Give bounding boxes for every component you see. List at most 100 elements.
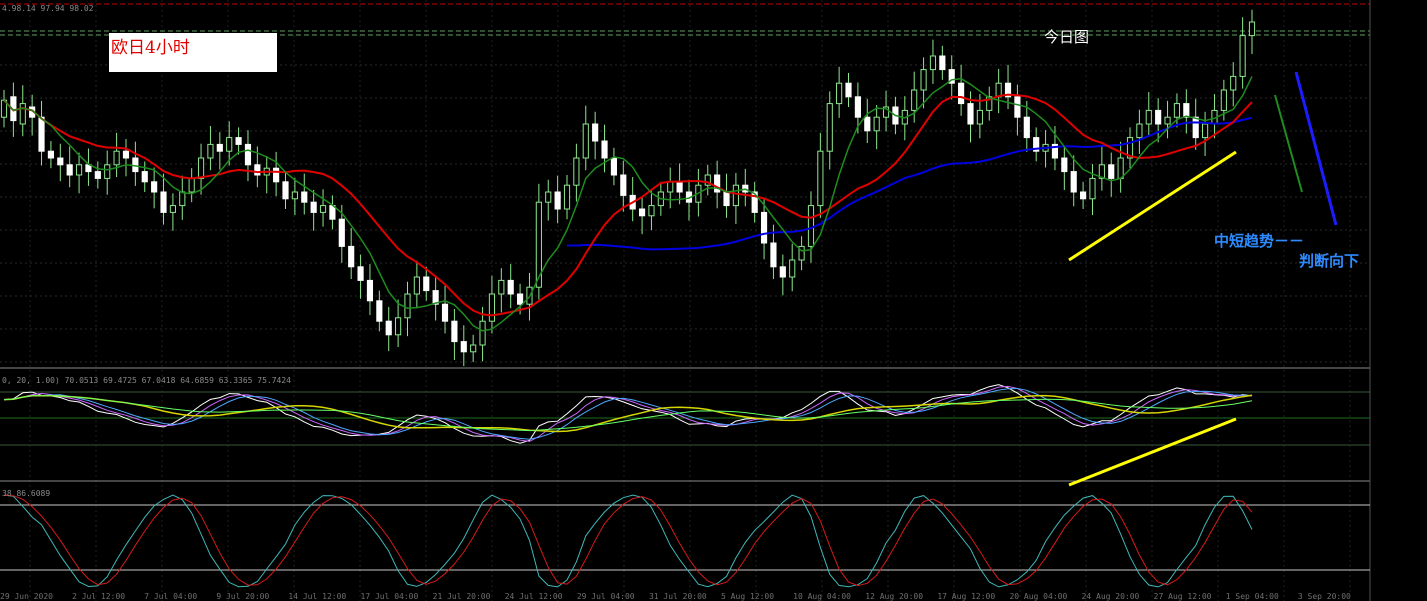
- x-tick-label: 24 Jul 12:00: [505, 592, 563, 601]
- x-tick-label: 29 Jul 04:00: [577, 592, 635, 601]
- candle-body: [845, 82, 852, 98]
- candle-body: [592, 123, 599, 142]
- candle-body: [779, 266, 786, 278]
- candle-body: [160, 191, 167, 213]
- candle-body: [319, 205, 327, 213]
- candle-body: [366, 279, 374, 302]
- candle-body: [911, 89, 918, 111]
- candle-body: [601, 140, 608, 159]
- candle-body: [1239, 35, 1246, 77]
- chart-canvas: 4.98.14 97.94 98.02 0, 20, 1.00) 70.0513…: [0, 0, 1371, 601]
- candle-body: [995, 82, 1002, 98]
- candle-body: [620, 174, 627, 196]
- candle-body: [113, 150, 120, 166]
- candle-body: [854, 96, 861, 118]
- oscillator-panel-1: [0, 384, 1370, 487]
- candle-body: [517, 293, 524, 305]
- candle-body: [47, 150, 54, 159]
- candle-body: [348, 245, 355, 268]
- x-tick-label: 3 Sep 20:00: [1298, 592, 1351, 601]
- candle-body: [498, 279, 505, 295]
- green-down-stroke: [1274, 94, 1303, 193]
- candle-body: [732, 184, 739, 207]
- candle-body: [582, 123, 589, 159]
- candle-body: [404, 293, 411, 319]
- chart-title: 欧日4小时: [111, 38, 190, 58]
- ma-green-line: [3, 76, 1253, 332]
- x-tick-label: 7 Jul 04:00: [144, 592, 197, 601]
- x-tick-label: 17 Aug 12:00: [937, 592, 995, 601]
- price-panel: [0, 0, 1370, 601]
- candle-body: [310, 201, 317, 213]
- candle-body: [1014, 96, 1021, 118]
- candle-body: [395, 317, 402, 336]
- x-tick-label: 27 Aug 12:00: [1154, 592, 1212, 601]
- candle-body: [488, 293, 496, 322]
- candle-body: [1220, 89, 1227, 111]
- candle-body: [817, 150, 824, 207]
- annotation-direction: 判断向下: [1299, 252, 1359, 270]
- x-tick-label: 14 Jul 12:00: [288, 592, 346, 601]
- candle-body: [122, 150, 130, 159]
- candle-body: [1080, 191, 1087, 200]
- x-tick-label: 20 Aug 04:00: [1009, 592, 1067, 601]
- osc1-line-purple: [3, 385, 1253, 442]
- yellow-trendline: [1068, 150, 1237, 262]
- candle-body: [179, 191, 186, 207]
- candle-body: [1070, 171, 1077, 193]
- x-tick-label: 21 Jul 20:00: [433, 592, 491, 601]
- ma-lines-layer: [3, 76, 1253, 332]
- candle-body: [1108, 164, 1115, 179]
- candle-body: [104, 164, 111, 179]
- candle-body: [1173, 103, 1181, 118]
- candle-body: [1202, 123, 1209, 139]
- candle-body: [291, 191, 298, 200]
- x-tick-label: 31 Jul 20:00: [649, 592, 707, 601]
- price-grid: [0, 0, 1370, 601]
- candle-body: [329, 205, 336, 220]
- candle-body: [413, 276, 420, 295]
- candle-body: [807, 205, 815, 247]
- osc1-readout: 0, 20, 1.00) 70.0513 69.4725 67.0418 64.…: [2, 376, 291, 385]
- candle-body: [207, 143, 214, 159]
- x-axis-labels: 29 Jun 2020 2 Jul 12:00 7 Jul 04:00 9 Jul 2…: [0, 592, 1351, 601]
- candle-body: [864, 116, 871, 132]
- candle-body: [66, 164, 73, 176]
- annotation-trend: 中短趋势－－: [1214, 232, 1304, 250]
- candle-body: [1136, 123, 1143, 139]
- osc2-line-red: [3, 494, 1253, 587]
- candle-body: [254, 164, 261, 176]
- x-tick-label: 1 Sep 04:00: [1226, 592, 1279, 601]
- candle-body: [38, 116, 45, 152]
- candle-body: [1183, 103, 1190, 118]
- annotation-today: 今日图: [1044, 28, 1089, 46]
- candle-body: [610, 157, 618, 176]
- candle-body: [1248, 21, 1256, 37]
- candle-body: [479, 320, 486, 346]
- candle-body: [441, 303, 449, 322]
- candle-body: [1155, 109, 1162, 125]
- candle-body: [760, 211, 768, 244]
- candle-body: [451, 320, 458, 343]
- x-tick-label: 5 Aug 12:00: [721, 592, 774, 601]
- candle-body: [460, 341, 467, 353]
- candle-body: [470, 344, 477, 353]
- candle-body: [1061, 157, 1068, 173]
- candle-body: [967, 103, 974, 125]
- candle-body: [235, 137, 242, 145]
- ma-red-line: [3, 93, 1253, 317]
- ohlc-readout: 4.98.14 97.94 98.02: [2, 4, 94, 13]
- candle-body: [873, 116, 880, 132]
- candle-body: [151, 181, 158, 193]
- candle-body: [376, 300, 383, 322]
- candle-body: [141, 171, 148, 183]
- candle-body: [789, 259, 796, 278]
- candle-body: [282, 181, 289, 200]
- blue-down-stroke: [1294, 71, 1338, 226]
- candle-body: [338, 218, 345, 247]
- candle-body: [385, 320, 392, 336]
- x-tick-label: 2 Jul 12:00: [72, 592, 125, 601]
- candle-body: [132, 157, 139, 173]
- candle-body: [169, 205, 176, 213]
- candle-body: [357, 266, 364, 281]
